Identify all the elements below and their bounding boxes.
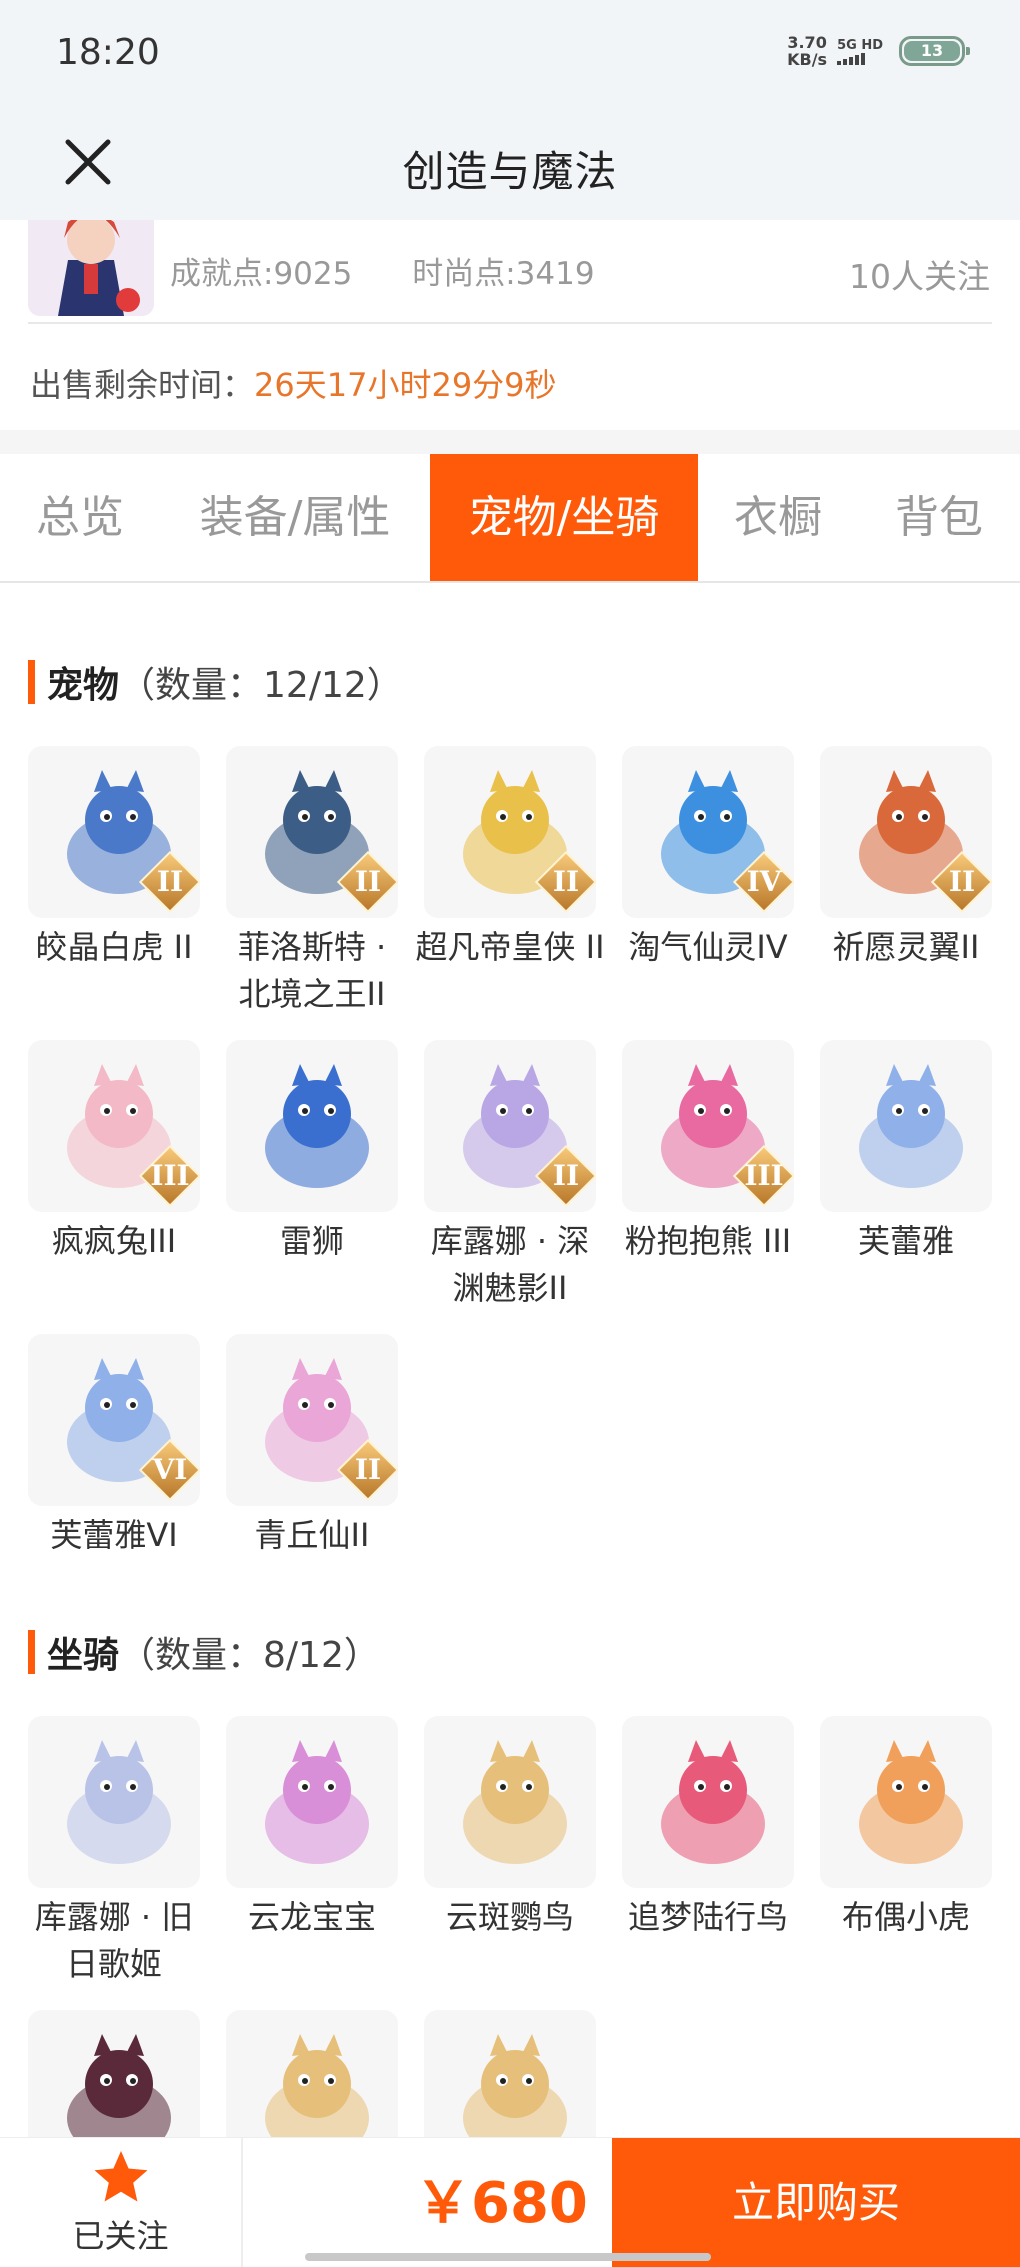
- follow-label: 已关注: [72, 2217, 169, 2255]
- seller-stats: 成就点:9025 时尚点:3419: [170, 248, 645, 293]
- pets-name: 芙蕾雅: [857, 1222, 954, 1260]
- rank-badge-text: II: [354, 865, 382, 898]
- star-icon: [94, 2151, 148, 2202]
- pets-item[interactable]: 雷狮: [226, 1040, 398, 1265]
- rank-badge-text: II: [552, 865, 580, 898]
- pets-name: 芙蕾雅VI: [50, 1516, 178, 1554]
- pets-thumbnail: II: [28, 746, 200, 918]
- mounts-thumbnail: [28, 1716, 200, 1888]
- pets-name: 青丘仙II: [254, 1516, 370, 1554]
- buy-now-button[interactable]: 立即购买: [612, 2138, 1020, 2267]
- pets-thumbnail: II: [226, 746, 398, 918]
- tab-bar: 总览 装备/属性 宠物/坐骑 衣橱 背包: [0, 454, 1020, 583]
- mounts-name: 云斑鹦鸟: [445, 1898, 574, 1936]
- pets-item[interactable]: IV 淘气仙灵IV: [622, 746, 794, 971]
- follow-button[interactable]: 已关注: [0, 2138, 243, 2267]
- rank-badge-text: VI: [152, 1453, 188, 1486]
- pets-item[interactable]: 芙蕾雅: [820, 1040, 992, 1265]
- mounts-name: 云龙宝宝: [247, 1898, 376, 1936]
- rank-badge-text: II: [156, 865, 184, 898]
- pets-name: 粉抱抱熊 III: [624, 1222, 792, 1260]
- bottom-bar: 已关注 ￥680 立即购买: [0, 2137, 1020, 2267]
- sale-time-label: 出售剩余时间：: [30, 366, 255, 404]
- status-bar: 18:20 3.70 KB/s 5G HD 13: [0, 0, 1020, 110]
- tab-wardrobe[interactable]: 衣橱: [698, 454, 858, 581]
- pets-item[interactable]: VI 芙蕾雅VI: [28, 1334, 200, 1559]
- pets-thumbnail: VI: [28, 1334, 200, 1506]
- mounts-name: 布偶小虎: [841, 1898, 970, 1936]
- mounts-item[interactable]: 云斑鹦鸟: [424, 1716, 596, 1941]
- pets-item[interactable]: II 菲洛斯特 · 北境之王II: [226, 746, 398, 1018]
- rank-badge-text: III: [150, 1159, 190, 1192]
- status-icons: 3.70 KB/s 5G HD 13: [787, 33, 970, 69]
- signal-icon: 5G HD: [837, 38, 883, 65]
- pets-thumbnail: III: [622, 1040, 794, 1212]
- nav-bar: 创造与魔法: [0, 110, 1020, 220]
- mounts-item[interactable]: 库露娜 · 旧日歌姬: [28, 1716, 200, 1988]
- tab-equipment[interactable]: 装备/属性: [160, 454, 430, 581]
- pets-name: 库露娜 · 深渊魅影II: [430, 1222, 590, 1307]
- pets-name: 雷狮: [279, 1222, 344, 1260]
- tab-overview[interactable]: 总览: [0, 454, 160, 581]
- rank-badge-text: III: [744, 1159, 784, 1192]
- pets-item[interactable]: II 库露娜 · 深渊魅影II: [424, 1040, 596, 1312]
- pets-thumbnail: III: [28, 1040, 200, 1212]
- mounts-name: 追梦陆行鸟: [627, 1898, 788, 1936]
- mounts-item[interactable]: 布偶小虎: [820, 1716, 992, 1941]
- rank-badge-text: II: [552, 1159, 580, 1192]
- battery-icon: 13: [899, 36, 970, 66]
- mounts-name: 库露娜 · 旧日歌姬: [34, 1898, 194, 1983]
- pets-thumbnail: [820, 1040, 992, 1212]
- rank-badge-text: IV: [746, 865, 782, 898]
- follower-count: 10人关注: [849, 257, 990, 296]
- network-speed: 3.70 KB/s: [787, 33, 828, 69]
- pets-thumbnail: IV: [622, 746, 794, 918]
- rank-badge-text: II: [948, 865, 976, 898]
- pets-thumbnail: [226, 1040, 398, 1212]
- pets-item[interactable]: II 祈愿灵翼II: [820, 746, 992, 971]
- avatar[interactable]: [28, 220, 154, 316]
- page-title: 创造与魔法: [402, 147, 618, 196]
- pets-thumbnail: II: [820, 746, 992, 918]
- pets-item[interactable]: II 青丘仙II: [226, 1334, 398, 1559]
- fashion-points: 时尚点:3419: [412, 256, 595, 292]
- mounts-section-title: 坐骑 （数量：8/12）: [28, 1626, 380, 1678]
- pets-item[interactable]: II 皎晶白虎 II: [28, 746, 200, 971]
- sale-time-value: 26天17小时29分9秒: [254, 366, 557, 404]
- mounts-thumbnail: [622, 1716, 794, 1888]
- mounts-item[interactable]: 追梦陆行鸟: [622, 1716, 794, 1941]
- pets-section-title: 宠物 （数量：12/12）: [28, 656, 403, 708]
- pets-name: 超凡帝皇侠 II: [415, 928, 605, 966]
- pets-thumbnail: II: [424, 746, 596, 918]
- rank-badge-text: II: [354, 1453, 382, 1486]
- pets-name: 淘气仙灵IV: [628, 928, 788, 966]
- home-indicator[interactable]: [305, 2253, 711, 2261]
- pets-name: 祈愿灵翼II: [832, 928, 980, 966]
- pets-name: 疯疯兔III: [51, 1222, 177, 1260]
- section-gap: [0, 430, 1020, 454]
- status-time: 18:20: [56, 32, 160, 73]
- mounts-thumbnail: [424, 1716, 596, 1888]
- pets-thumbnail: II: [226, 1334, 398, 1506]
- tab-pets-mounts[interactable]: 宠物/坐骑: [430, 454, 698, 581]
- pets-name: 菲洛斯特 · 北境之王II: [237, 928, 387, 1013]
- price: ￥680: [415, 2171, 588, 2236]
- achievement-points: 成就点:9025: [170, 256, 353, 292]
- seller-card: 成就点:9025 时尚点:3419 10人关注 出售剩余时间：26天17小时29…: [0, 220, 1020, 430]
- pets-thumbnail: II: [424, 1040, 596, 1212]
- mounts-item[interactable]: 云龙宝宝: [226, 1716, 398, 1941]
- mounts-thumbnail: [820, 1716, 992, 1888]
- tab-backpack[interactable]: 背包: [858, 454, 1020, 581]
- divider: [28, 322, 992, 324]
- sale-time: 出售剩余时间：26天17小时29分9秒: [30, 360, 557, 406]
- pets-item[interactable]: III 粉抱抱熊 III: [622, 1040, 794, 1265]
- pets-name: 皎晶白虎 II: [35, 928, 193, 966]
- mounts-thumbnail: [226, 1716, 398, 1888]
- pets-item[interactable]: III 疯疯兔III: [28, 1040, 200, 1265]
- pets-item[interactable]: II 超凡帝皇侠 II: [415, 746, 605, 971]
